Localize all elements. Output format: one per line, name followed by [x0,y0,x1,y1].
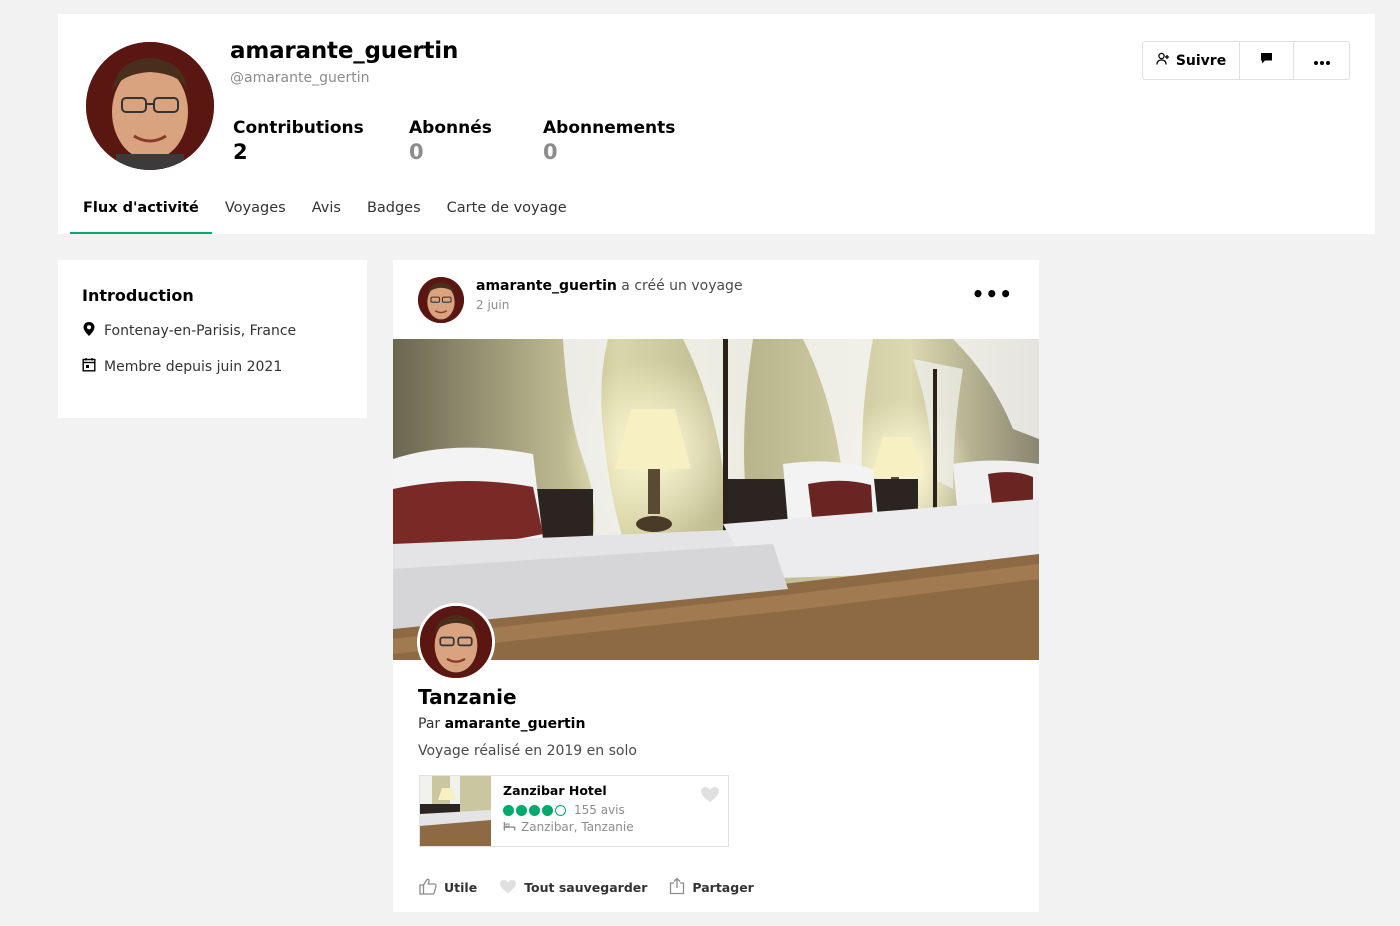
profile-actions: Suivre [1142,41,1350,80]
trip-author-link[interactable]: amarante_guertin [445,716,586,732]
calendar-icon [82,357,96,376]
stat-value: 0 [543,140,558,164]
hotel-location-text: Zanzibar, Tanzanie [521,820,634,834]
stat-contributions[interactable]: Contributions 2 [233,118,364,164]
profile-display-name: amarante_guertin [230,38,459,64]
tab-trips[interactable]: Voyages [212,192,299,234]
post-actions: Utile Tout sauvegarder Partager [419,877,754,898]
stat-label: Abonnés [409,118,492,138]
trip-description: Voyage réalisé en 2019 en solo [418,743,637,759]
tab-reviews[interactable]: Avis [299,192,354,234]
trip-by-prefix: Par [418,716,441,732]
hotel-rating: 155 avis [503,803,716,817]
save-all-button[interactable]: Tout sauvegarder [499,877,647,898]
more-options-button[interactable] [1294,42,1349,79]
rating-bubble-icon [529,804,540,816]
post-author-link[interactable]: amarante_guertin [476,278,617,294]
intro-title: Introduction [82,286,194,305]
tab-badges[interactable]: Badges [354,192,434,234]
hotel-name[interactable]: Zanzibar Hotel [503,783,716,798]
avatar[interactable] [86,42,214,170]
hotel-location: Zanzibar, Tanzanie [503,820,716,834]
profile-stats: Contributions 2 Abonnés 0 Abonnements 0 [233,118,733,164]
share-button[interactable]: Partager [669,877,754,898]
thumbs-up-icon [419,878,437,898]
rating-bubble-icon [542,804,553,816]
share-icon [669,877,685,898]
stat-label: Contributions [233,118,364,138]
stat-value: 2 [233,140,248,164]
share-label: Partager [692,880,754,895]
activity-post: amarante_guertin a créé un voyage 2 juin… [393,260,1039,912]
profile-header: amarante_guertin @amarante_guertin Contr… [58,14,1375,234]
stat-following[interactable]: Abonnements 0 [543,118,675,164]
post-date: 2 juin [476,298,510,312]
save-hotel-button[interactable] [700,786,720,807]
bed-icon [503,820,516,834]
add-user-icon [1156,52,1170,70]
intro-card: Introduction Fontenay-en-Parisis, France… [58,260,367,418]
trip-author-avatar[interactable] [417,603,495,681]
save-all-label: Tout sauvegarder [524,880,648,895]
profile-handle: @amarante_guertin [230,70,370,86]
stat-label: Abonnements [543,118,676,138]
post-action-text: a créé un voyage [621,278,743,294]
rating-bubble-icon [503,804,514,816]
follow-button[interactable]: Suivre [1143,42,1240,79]
heart-icon [700,787,720,807]
post-author-avatar[interactable] [418,277,464,323]
intro-member-since-text: Membre depuis juin 2021 [104,358,283,375]
location-pin-icon [82,321,96,341]
intro-location: Fontenay-en-Parisis, France [82,321,343,341]
tab-activity-feed[interactable]: Flux d'activité [70,192,212,234]
more-dots-icon [1313,53,1330,69]
chat-icon [1260,52,1273,69]
useful-label: Utile [444,880,478,895]
trip-cover-image[interactable] [393,339,1039,660]
profile-tabs: Flux d'activité Voyages Avis Badges Cart… [70,192,580,234]
intro-location-text: Fontenay-en-Parisis, France [104,323,297,339]
hotel-review-count[interactable]: 155 avis [574,803,625,817]
stat-followers[interactable]: Abonnés 0 [409,118,492,164]
rating-bubble-icon [516,804,527,816]
intro-member-since: Membre depuis juin 2021 [82,357,343,376]
heart-icon [499,879,517,897]
post-more-button[interactable]: ••• [972,282,1013,306]
tab-travel-map[interactable]: Carte de voyage [434,192,580,234]
trip-author-line: Par amarante_guertin [418,716,585,732]
post-header: amarante_guertin a créé un voyage 2 juin [418,277,743,323]
hotel-card[interactable]: Zanzibar Hotel 155 avis Zanzibar, Tanzan… [419,775,729,847]
stat-value: 0 [409,140,424,164]
hotel-thumbnail[interactable] [420,776,491,846]
message-button[interactable] [1240,42,1294,79]
hotel-info: Zanzibar Hotel 155 avis Zanzibar, Tanzan… [491,776,728,846]
post-headline: amarante_guertin a créé un voyage [476,278,743,294]
follow-label: Suivre [1175,52,1227,69]
rating-bubble-icon [555,804,566,816]
useful-button[interactable]: Utile [419,877,477,898]
trip-title[interactable]: Tanzanie [418,685,517,709]
